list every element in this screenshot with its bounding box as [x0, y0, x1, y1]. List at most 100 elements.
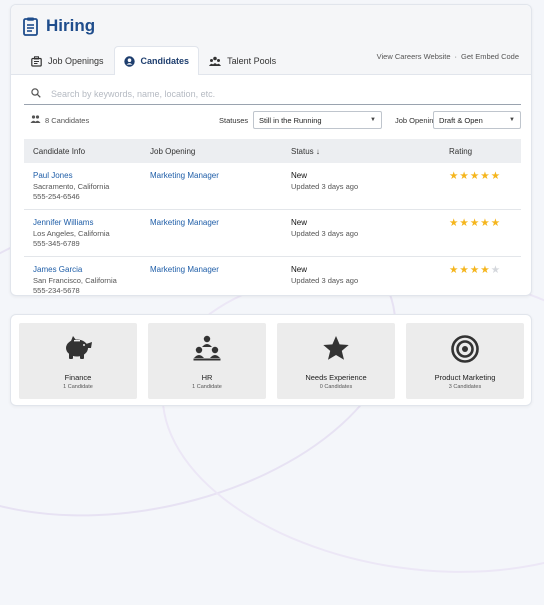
tab-label: Job Openings — [48, 56, 104, 66]
tab-talent-pools[interactable]: Talent Pools — [199, 46, 286, 75]
tab-label: Talent Pools — [227, 56, 277, 66]
search-bar — [24, 83, 521, 105]
status-updated: Updated 3 days ago — [291, 182, 359, 191]
page-title: Hiring — [46, 16, 96, 35]
pool-name: Product Marketing — [434, 373, 496, 382]
star-filled-icon[interactable]: ★ — [459, 171, 468, 182]
candidate-count: 8 Candidates — [30, 115, 89, 125]
star-icon — [277, 335, 395, 361]
pool-count: 1 Candidate — [192, 384, 222, 390]
job-openings-select[interactable]: Draft & Open ▼ — [433, 111, 521, 129]
column-header-status[interactable]: Status ↓ — [291, 147, 449, 156]
star-filled-icon[interactable]: ★ — [480, 218, 489, 229]
status: New Updated 3 days ago — [291, 218, 449, 239]
people-group-icon — [209, 56, 222, 67]
status: New Updated 3 days ago — [291, 265, 449, 286]
rating-stars[interactable]: ★ ★ ★ ★ ★ — [449, 218, 521, 229]
star-filled-icon[interactable]: ★ — [449, 265, 458, 276]
candidate-name-link[interactable]: Paul Jones — [33, 171, 150, 180]
candidate-location: Los Angeles, California — [33, 229, 110, 238]
status-value: New — [291, 218, 308, 227]
column-header-rating[interactable]: Rating — [449, 147, 521, 156]
job-opening: Marketing Manager — [150, 218, 291, 227]
job-opening-link[interactable]: Marketing Manager — [150, 218, 219, 227]
talent-pool-needs-experience[interactable]: Needs Experience 0 Candidates — [277, 323, 395, 399]
status-value: New — [291, 265, 308, 274]
talent-pool-product-marketing[interactable]: Product Marketing 3 Candidates — [406, 323, 524, 399]
view-careers-link[interactable]: View Careers Website — [377, 52, 451, 61]
pool-name: Needs Experience — [305, 373, 367, 382]
piggy-bank-icon — [19, 335, 137, 361]
pool-name: HR — [201, 373, 213, 382]
status-value: New — [291, 171, 308, 180]
pool-name: Finance — [64, 373, 92, 382]
candidate-location: San Francisco, California — [33, 276, 117, 285]
star-filled-icon[interactable]: ★ — [470, 265, 479, 276]
talent-pool-finance[interactable]: Finance 1 Candidate — [19, 323, 137, 399]
statuses-label: Statuses — [219, 116, 249, 125]
search-input[interactable] — [49, 87, 521, 100]
candidate-name-link[interactable]: Jennifer Williams — [33, 218, 150, 227]
candidate-info: James Garcia San Francisco, California 5… — [24, 265, 150, 296]
embed-code-link[interactable]: Get Embed Code — [461, 52, 519, 61]
candidate-phone: 555-345-6789 — [33, 239, 80, 248]
chevron-down-icon: ▼ — [370, 117, 376, 123]
job-opening: Marketing Manager — [150, 171, 291, 180]
job-opening-link[interactable]: Marketing Manager — [150, 171, 219, 180]
tab-job-openings[interactable]: Job Openings — [21, 46, 114, 75]
job-openings-value: Draft & Open — [439, 115, 483, 125]
star-filled-icon[interactable]: ★ — [470, 218, 479, 229]
candidate-info: Paul Jones Sacramento, California 555-25… — [24, 171, 150, 202]
title-row: Hiring — [23, 16, 95, 36]
status-updated: Updated 3 days ago — [291, 276, 359, 285]
table-row: James Garcia San Francisco, California 5… — [24, 257, 521, 304]
status: New Updated 3 days ago — [291, 171, 449, 192]
star-filled-icon[interactable]: ★ — [459, 265, 468, 276]
candidate-info: Jennifer Williams Los Angeles, Californi… — [24, 218, 150, 249]
candidate-count-text: 8 Candidates — [45, 115, 90, 125]
star-filled-icon[interactable]: ★ — [491, 218, 500, 229]
star-filled-icon[interactable]: ★ — [480, 265, 489, 276]
filter-bar: 8 Candidates Statuses Still in the Runni… — [24, 111, 521, 129]
tab-label: Candidates — [140, 56, 190, 66]
column-header-job[interactable]: Job Opening — [150, 147, 291, 156]
star-filled-icon[interactable]: ★ — [459, 218, 468, 229]
job-opening: Marketing Manager — [150, 265, 291, 274]
rating-stars[interactable]: ★ ★ ★ ★ ★ — [449, 265, 521, 276]
people-icon — [30, 115, 41, 125]
header: Hiring Job Openings Candidates Talent Po… — [11, 5, 531, 75]
user-circle-icon — [123, 55, 135, 67]
target-icon — [406, 335, 524, 363]
search-icon — [31, 85, 41, 103]
pool-count: 0 Candidates — [319, 384, 353, 390]
star-filled-icon[interactable]: ★ — [449, 218, 458, 229]
briefcase-icon — [31, 55, 42, 67]
star-filled-icon[interactable]: ★ — [470, 171, 479, 182]
tab-bar: Job Openings Candidates Talent Pools — [21, 46, 286, 75]
table-header: Candidate Info Job Opening Status ↓ Rati… — [24, 139, 521, 163]
people-hierarchy-icon — [148, 335, 266, 361]
tab-candidates[interactable]: Candidates — [113, 46, 200, 75]
talent-pool-hr[interactable]: HR 1 Candidate — [148, 323, 266, 399]
statuses-value: Still in the Running — [259, 115, 322, 125]
job-opening-link[interactable]: Marketing Manager — [150, 265, 219, 274]
candidate-name-link[interactable]: James Garcia — [33, 265, 150, 274]
hiring-card: Hiring Job Openings Candidates Talent Po… — [10, 4, 532, 296]
star-empty-icon[interactable]: ★ — [491, 265, 500, 276]
pool-count: 3 Candidates — [448, 384, 482, 390]
status-updated: Updated 3 days ago — [291, 229, 359, 238]
link-separator: · — [454, 52, 458, 61]
candidate-phone: 555-234-5678 — [33, 286, 80, 295]
clipboard-icon — [23, 17, 39, 36]
star-filled-icon[interactable]: ★ — [491, 171, 500, 182]
statuses-select[interactable]: Still in the Running ▼ — [253, 111, 382, 129]
candidate-phone: 555-254-6546 — [33, 192, 80, 201]
rating-stars[interactable]: ★ ★ ★ ★ ★ — [449, 171, 521, 182]
talent-pools-card: Finance 1 Candidate HR 1 Candidate Needs… — [10, 314, 532, 406]
candidate-location: Sacramento, California — [33, 182, 110, 191]
column-header-candidate[interactable]: Candidate Info — [24, 147, 150, 156]
candidates-table: Candidate Info Job Opening Status ↓ Rati… — [24, 139, 521, 304]
pool-count: 1 Candidate — [63, 384, 93, 390]
star-filled-icon[interactable]: ★ — [449, 171, 458, 182]
star-filled-icon[interactable]: ★ — [480, 171, 489, 182]
